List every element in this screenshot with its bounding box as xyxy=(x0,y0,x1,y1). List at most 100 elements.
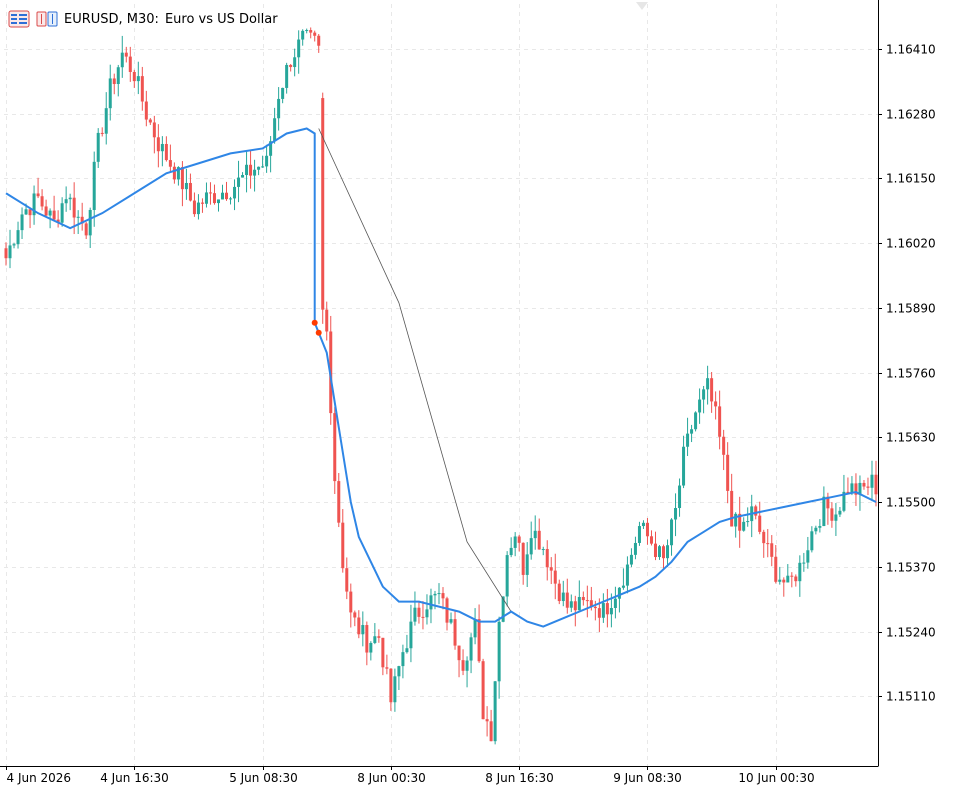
y-tick-label: 1.15110 xyxy=(886,690,936,704)
candle-body xyxy=(257,166,261,170)
candle-body xyxy=(321,98,325,310)
candle-body xyxy=(802,562,806,564)
candle-body xyxy=(216,199,220,204)
candle-body xyxy=(425,609,429,618)
candle-body xyxy=(633,542,637,555)
candle-body xyxy=(874,474,878,495)
candle-body xyxy=(862,482,866,487)
candle-body xyxy=(96,132,100,162)
candle-body xyxy=(441,593,445,599)
projection-line xyxy=(318,128,512,612)
price-marker xyxy=(315,329,322,336)
candle-body xyxy=(473,619,477,638)
candle-body xyxy=(28,209,32,216)
candle-body xyxy=(180,167,184,190)
chart-list-icon[interactable] xyxy=(8,10,30,28)
candle-body xyxy=(68,197,72,200)
chart-description-label: Euro vs US Dollar xyxy=(164,11,278,27)
candle-body xyxy=(573,601,577,611)
candle-body xyxy=(196,202,200,215)
x-tick-label: 4 Jun 16:30 xyxy=(100,771,169,785)
candle-body xyxy=(593,606,597,609)
candle-body xyxy=(361,625,365,635)
candle-body xyxy=(333,413,337,482)
candle-body xyxy=(670,519,674,546)
price-chart[interactable]: 1.16410 1.16280 1.16150 1.16020 1.15890 1.157… xyxy=(0,0,953,790)
candle-body xyxy=(245,164,249,176)
candle-body xyxy=(253,169,257,176)
candle-body xyxy=(641,522,645,527)
candle-body xyxy=(337,481,341,523)
candle-body xyxy=(421,616,425,618)
y-tick-label: 1.16410 xyxy=(886,43,936,57)
candle-body xyxy=(513,536,517,548)
candle-body xyxy=(445,598,449,623)
candle-body xyxy=(48,210,52,216)
candle-body xyxy=(112,78,116,85)
candle-body xyxy=(273,118,277,142)
candle-body xyxy=(417,607,421,617)
candle-body xyxy=(132,71,136,82)
candle-body xyxy=(140,76,144,102)
candle-body xyxy=(754,506,758,516)
candle-body xyxy=(156,137,160,152)
moving-average-line xyxy=(5,127,877,628)
candle-body xyxy=(124,52,128,57)
candle-body xyxy=(561,592,565,602)
candle-body xyxy=(305,30,309,32)
candle-body xyxy=(545,549,549,568)
candle-body xyxy=(461,660,465,671)
candle-body xyxy=(220,192,225,200)
candle-body xyxy=(489,721,493,742)
candle-body xyxy=(714,401,718,407)
candle-body xyxy=(40,196,44,207)
candle-body xyxy=(629,554,633,565)
candle-body xyxy=(730,490,734,527)
candle-body xyxy=(870,474,874,488)
candle-body xyxy=(381,637,385,668)
candle-body xyxy=(84,223,88,236)
candle-body xyxy=(521,542,525,575)
chart-window[interactable]: 1.16410 1.16280 1.16150 1.16020 1.15890 1.157… xyxy=(0,0,953,790)
candle-body xyxy=(249,164,253,176)
y-tick-label: 1.15760 xyxy=(886,367,936,381)
candle-body xyxy=(277,98,281,119)
candle-body xyxy=(653,543,657,558)
chart-shift-icon[interactable] xyxy=(636,2,648,12)
candle-body xyxy=(261,166,265,168)
candle-body xyxy=(172,166,176,180)
candle-body xyxy=(637,526,641,543)
candle-body xyxy=(830,508,834,521)
candle-body xyxy=(64,199,68,204)
candle-body xyxy=(281,87,285,99)
candle-body xyxy=(585,600,589,602)
candle-body xyxy=(128,56,132,72)
candle-body xyxy=(605,603,609,615)
candle-body xyxy=(706,378,710,390)
chart-title-bar: EURUSD, M30: Euro vs US Dollar xyxy=(8,8,278,30)
candle-body xyxy=(405,648,409,653)
candle-body xyxy=(317,35,321,46)
y-tick-label: 1.15370 xyxy=(886,561,936,575)
candle-body xyxy=(457,645,461,661)
candle-body xyxy=(353,612,357,618)
candle-body xyxy=(505,555,509,597)
candle-body xyxy=(565,592,569,608)
candle-body xyxy=(746,521,750,523)
x-tick-label: 10 Jun 00:30 xyxy=(738,771,814,785)
candle-body xyxy=(649,536,653,544)
candle-body xyxy=(822,496,826,527)
candle-body xyxy=(782,579,786,583)
candle-body xyxy=(726,454,730,491)
candle-body xyxy=(241,175,245,178)
symbol-chart-icon[interactable] xyxy=(36,10,58,28)
x-tick-label: 8 Jun 00:30 xyxy=(357,771,426,785)
y-tick-label: 1.15240 xyxy=(886,626,936,640)
candle-body xyxy=(188,182,192,201)
candle-body xyxy=(770,543,774,557)
candle-body xyxy=(469,637,473,661)
candle-body xyxy=(786,575,790,583)
candle-body xyxy=(108,78,112,109)
x-tick-label: 4 Jun 2026 xyxy=(7,771,72,785)
candle-body xyxy=(553,570,557,584)
